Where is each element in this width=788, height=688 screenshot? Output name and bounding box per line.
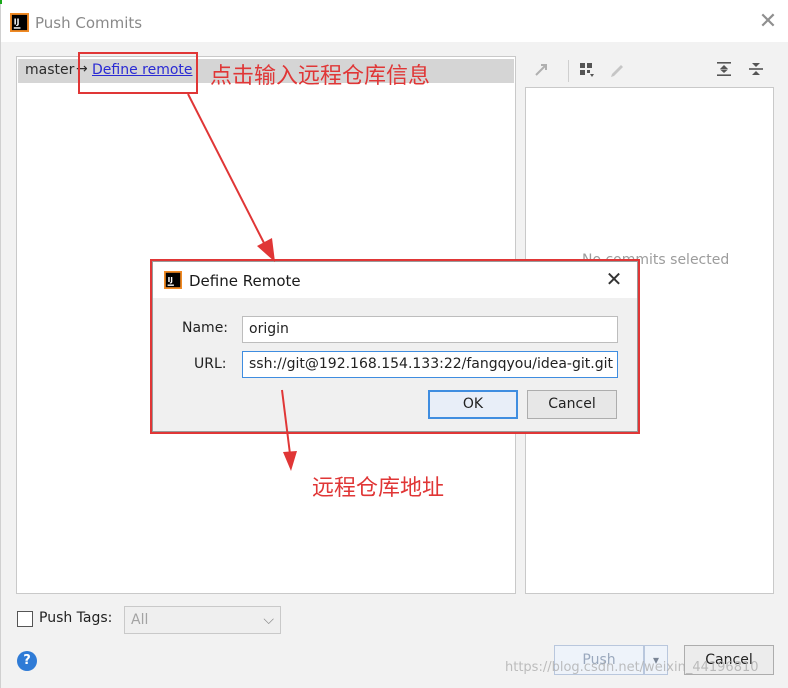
- window-close-icon[interactable]: ✕: [758, 11, 778, 33]
- group-by-icon[interactable]: [576, 60, 598, 82]
- title-bar: IJ Push Commits ✕: [1, 4, 788, 42]
- url-hint-annotation: 远程仓库地址: [312, 476, 445, 501]
- window-title: Push Commits: [35, 14, 143, 32]
- click-hint-annotation: 点击输入远程仓库信息: [210, 64, 431, 89]
- intellij-app-icon: IJ: [10, 13, 29, 32]
- dialog-highlight: [150, 259, 640, 434]
- push-tags-label: Push Tags:: [39, 610, 113, 626]
- help-icon[interactable]: ?: [17, 651, 37, 671]
- push-arrow-icon[interactable]: [531, 60, 553, 82]
- edit-icon[interactable]: [606, 60, 628, 82]
- expand-all-icon[interactable]: [713, 60, 735, 82]
- chevron-down-icon: ⌵: [263, 612, 274, 628]
- collapse-all-icon[interactable]: [745, 60, 767, 82]
- tags-select[interactable]: All ⌵: [124, 606, 281, 634]
- define-remote-highlight: [78, 52, 198, 94]
- watermark: https://blog.csdn.net/weixin_44196810: [505, 660, 759, 675]
- push-tags-checkbox[interactable]: [17, 611, 33, 627]
- tags-select-value: All: [131, 612, 149, 628]
- svg-text:IJ: IJ: [14, 17, 20, 26]
- local-branch-label: master: [25, 62, 75, 78]
- toolbar-separator: [568, 60, 569, 82]
